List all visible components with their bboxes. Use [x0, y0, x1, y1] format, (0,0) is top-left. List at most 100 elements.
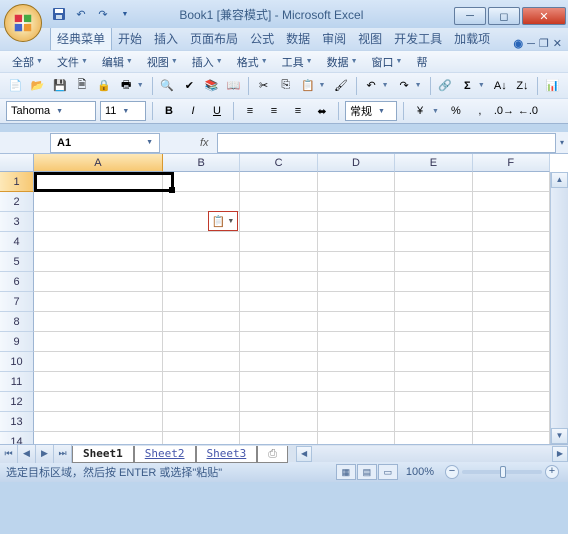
row-header-9[interactable]: 9 [0, 332, 34, 352]
cell-D9[interactable] [318, 332, 395, 352]
expand-formula-icon[interactable]: ▾ [556, 138, 568, 147]
copy-icon[interactable]: ⎘ [276, 76, 295, 96]
menu-help[interactable]: 帮 [410, 52, 433, 72]
col-header-b[interactable]: B [163, 154, 240, 172]
thesaurus-icon[interactable]: 📖 [224, 76, 243, 96]
cell-D7[interactable] [318, 292, 395, 312]
cell-C14[interactable] [240, 432, 317, 444]
sheet-tab-3[interactable]: Sheet3 [196, 446, 258, 463]
tab-view[interactable]: 视图 [352, 27, 388, 50]
sum-icon[interactable]: Σ [458, 76, 477, 96]
zoom-slider[interactable] [462, 470, 542, 474]
cell-C9[interactable] [240, 332, 317, 352]
cell-D2[interactable] [318, 192, 395, 212]
menu-edit[interactable]: 编辑▼ [96, 52, 139, 72]
tab-insert[interactable]: 插入 [148, 27, 184, 50]
currency-icon[interactable]: ¥ [410, 101, 430, 121]
cell-B5[interactable] [163, 252, 240, 272]
menu-format[interactable]: 格式▼ [231, 52, 274, 72]
cell-E7[interactable] [395, 292, 472, 312]
new-sheet-tab[interactable]: ⎙ [257, 446, 288, 463]
row-header-10[interactable]: 10 [0, 352, 34, 372]
cell-E12[interactable] [395, 392, 472, 412]
row-header-1[interactable]: 1 [0, 172, 34, 192]
fx-icon[interactable]: fx [200, 137, 209, 149]
cell-A6[interactable] [34, 272, 163, 292]
cell-D13[interactable] [318, 412, 395, 432]
sheet-first-icon[interactable]: ⏮ [0, 445, 18, 463]
cell-A5[interactable] [34, 252, 163, 272]
close-button[interactable]: ✕ [522, 7, 566, 25]
cell-F10[interactable] [473, 352, 550, 372]
cell-C6[interactable] [240, 272, 317, 292]
cell-A2[interactable] [34, 192, 163, 212]
tab-home[interactable]: 开始 [112, 27, 148, 50]
vertical-scrollbar[interactable]: ▲ ▼ [550, 172, 568, 444]
cell-E3[interactable] [395, 212, 472, 232]
cell-C2[interactable] [240, 192, 317, 212]
row-header-8[interactable]: 8 [0, 312, 34, 332]
zoom-out-button[interactable]: − [445, 465, 459, 479]
row-header-3[interactable]: 3 [0, 212, 34, 232]
sheet-prev-icon[interactable]: ◀ [18, 445, 36, 463]
tab-classic-menu[interactable]: 经典菜单 [50, 26, 112, 50]
cell-E4[interactable] [395, 232, 472, 252]
align-center-icon[interactable]: ≡ [264, 101, 284, 121]
cut-icon[interactable]: ✂ [254, 76, 273, 96]
number-format-combo[interactable]: 常规▼ [345, 101, 397, 121]
font-name-combo[interactable]: Tahoma▼ [6, 101, 96, 121]
cell-F5[interactable] [473, 252, 550, 272]
menu-all[interactable]: 全部▼ [6, 52, 49, 72]
doc-minimize-icon[interactable]: ─ [527, 38, 535, 50]
menu-window[interactable]: 窗口▼ [366, 52, 409, 72]
dropdown-icon[interactable]: ▼ [382, 82, 392, 89]
underline-icon[interactable]: U [207, 101, 227, 121]
cell-A11[interactable] [34, 372, 163, 392]
cell-B9[interactable] [163, 332, 240, 352]
scroll-down-icon[interactable]: ▼ [551, 428, 568, 444]
cell-D10[interactable] [318, 352, 395, 372]
cell-B12[interactable] [163, 392, 240, 412]
cell-E10[interactable] [395, 352, 472, 372]
cell-E14[interactable] [395, 432, 472, 444]
page-break-view-icon[interactable]: ▭ [378, 464, 398, 480]
tab-addins[interactable]: 加载项 [448, 27, 496, 50]
cell-D4[interactable] [318, 232, 395, 252]
cell-C4[interactable] [240, 232, 317, 252]
dropdown-icon[interactable]: ▼ [137, 82, 147, 89]
cell-D12[interactable] [318, 392, 395, 412]
dropdown-icon[interactable]: ▼ [318, 82, 328, 89]
cell-F1[interactable] [473, 172, 550, 192]
select-all-button[interactable] [0, 154, 34, 172]
dropdown-icon[interactable]: ▼ [415, 82, 425, 89]
cell-F14[interactable] [473, 432, 550, 444]
cell-E1[interactable] [395, 172, 472, 192]
row-header-13[interactable]: 13 [0, 412, 34, 432]
cell-E13[interactable] [395, 412, 472, 432]
menu-tools[interactable]: 工具▼ [276, 52, 319, 72]
sort-asc-icon[interactable]: A↓ [491, 76, 510, 96]
row-header-4[interactable]: 4 [0, 232, 34, 252]
cell-C10[interactable] [240, 352, 317, 372]
menu-data[interactable]: 数据▼ [321, 52, 364, 72]
scroll-right-icon[interactable]: ▶ [552, 446, 568, 462]
cell-A9[interactable] [34, 332, 163, 352]
maximize-button[interactable]: ◻ [488, 7, 520, 25]
page-layout-view-icon[interactable]: ▤ [357, 464, 377, 480]
cell-C5[interactable] [240, 252, 317, 272]
cell-E11[interactable] [395, 372, 472, 392]
cell-B4[interactable] [163, 232, 240, 252]
tab-page-layout[interactable]: 页面布局 [184, 27, 244, 50]
saveas-icon[interactable]: 🗎 [72, 76, 91, 96]
cell-A12[interactable] [34, 392, 163, 412]
cell-F11[interactable] [473, 372, 550, 392]
hyperlink-icon[interactable]: 🔗 [436, 76, 455, 96]
row-header-11[interactable]: 11 [0, 372, 34, 392]
col-header-e[interactable]: E [395, 154, 472, 172]
sheet-next-icon[interactable]: ▶ [36, 445, 54, 463]
cell-F13[interactable] [473, 412, 550, 432]
merge-icon[interactable]: ⬌ [312, 101, 332, 121]
minimize-button[interactable]: ─ [454, 7, 486, 25]
office-button[interactable] [4, 4, 42, 42]
name-box[interactable]: A1▼ [50, 133, 160, 153]
